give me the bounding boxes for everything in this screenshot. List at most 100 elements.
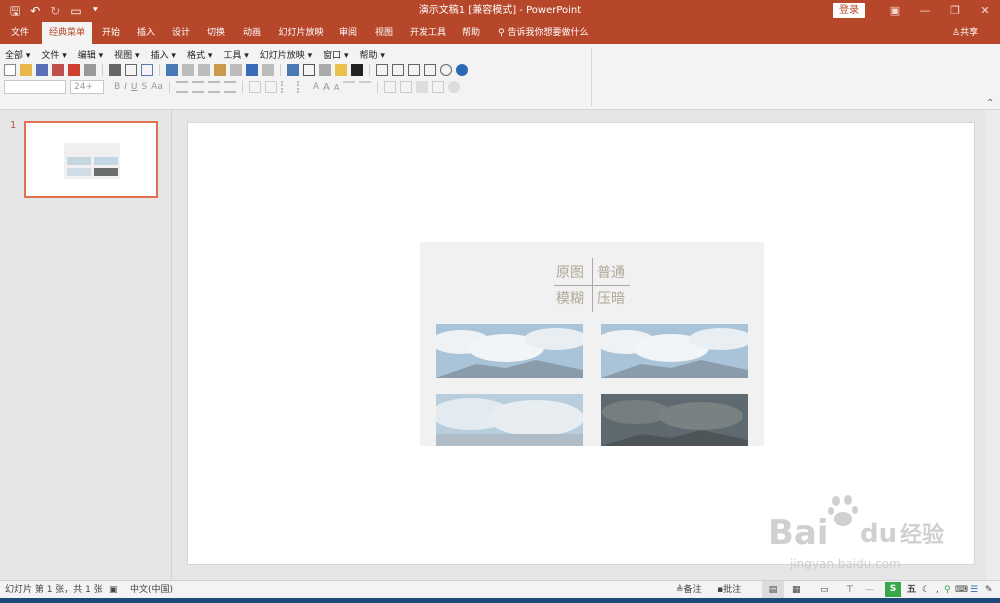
tab-classic-menu[interactable]: 经典菜单 bbox=[42, 22, 92, 44]
vertical-scrollbar[interactable] bbox=[986, 110, 1000, 580]
shapes-icon[interactable] bbox=[424, 64, 436, 76]
tell-me-box[interactable]: ⚲ 告诉我你想要做什么 bbox=[498, 22, 588, 44]
export-icon[interactable] bbox=[68, 64, 80, 76]
line-color-icon[interactable] bbox=[351, 64, 363, 76]
picture-icon[interactable] bbox=[335, 64, 347, 76]
paste-icon[interactable] bbox=[214, 64, 226, 76]
chart-icon[interactable] bbox=[287, 64, 299, 76]
cut-icon[interactable] bbox=[182, 64, 194, 76]
copy-icon[interactable] bbox=[198, 64, 210, 76]
zoom-icon[interactable] bbox=[440, 64, 452, 76]
zoom-slider[interactable]: — bbox=[865, 581, 874, 599]
grow-font-icon[interactable]: A bbox=[323, 82, 330, 93]
tab-design[interactable]: 设计 bbox=[166, 22, 196, 44]
shape-effects-icon[interactable] bbox=[448, 81, 461, 93]
login-button[interactable]: 登录 bbox=[833, 3, 865, 18]
spell-check-icon[interactable]: ▣ bbox=[109, 581, 118, 599]
change-case-icon[interactable]: Aa bbox=[151, 82, 163, 92]
print-preview-icon[interactable] bbox=[125, 64, 137, 76]
redo-icon[interactable] bbox=[262, 64, 274, 76]
underline-icon[interactable]: U bbox=[131, 82, 138, 92]
menu-window[interactable]: 窗口 ▾ bbox=[323, 48, 348, 61]
ime-menu-icon[interactable]: ☰ bbox=[970, 581, 978, 599]
tab-file[interactable]: 文件 bbox=[2, 22, 38, 44]
bullets-icon[interactable] bbox=[280, 81, 293, 93]
photo-normal-2[interactable] bbox=[601, 324, 748, 378]
format-painter-icon[interactable] bbox=[230, 64, 242, 76]
ime-logo-icon[interactable]: S bbox=[885, 582, 901, 597]
smartart-icon[interactable] bbox=[319, 64, 331, 76]
wrench-icon[interactable]: ✎ bbox=[985, 581, 993, 599]
outdent-icon[interactable] bbox=[359, 81, 372, 93]
comments-button[interactable]: ▪批注 bbox=[717, 581, 741, 599]
comparison-card[interactable]: 原图 普通 模糊 压暗 bbox=[420, 242, 764, 446]
photo-normal-1[interactable] bbox=[436, 324, 583, 378]
justify-icon[interactable] bbox=[223, 81, 236, 93]
keyboard-icon[interactable]: ⌨ bbox=[955, 581, 968, 599]
text-direction-icon[interactable] bbox=[248, 81, 261, 93]
minimize-icon[interactable]: — bbox=[910, 2, 940, 20]
new-document-icon[interactable] bbox=[4, 64, 16, 76]
menu-edit[interactable]: 编辑 ▾ bbox=[78, 48, 103, 61]
ime-mode[interactable]: 五 bbox=[907, 581, 916, 599]
slide-thumbnail[interactable] bbox=[24, 121, 158, 198]
font-name-field[interactable] bbox=[4, 80, 66, 94]
menu-view[interactable]: 视图 ▾ bbox=[114, 48, 139, 61]
tab-insert[interactable]: 插入 bbox=[131, 22, 161, 44]
save-as-icon[interactable] bbox=[52, 64, 64, 76]
menu-file[interactable]: 文件 ▾ bbox=[41, 48, 66, 61]
ribbon-display-icon[interactable]: ▣ bbox=[880, 2, 910, 20]
italic-icon[interactable]: I bbox=[124, 82, 127, 92]
shape-outline-icon[interactable] bbox=[432, 81, 445, 93]
slideshow-view-icon[interactable]: ⊤ bbox=[846, 581, 854, 599]
menu-slideshow[interactable]: 幻灯片放映 ▾ bbox=[260, 48, 312, 61]
align-right-icon[interactable] bbox=[207, 81, 220, 93]
permission-icon[interactable] bbox=[84, 64, 96, 76]
undo-icon[interactable] bbox=[246, 64, 258, 76]
menu-help[interactable]: 帮助 ▾ bbox=[360, 48, 385, 61]
moon-icon[interactable]: ☾ bbox=[922, 581, 930, 599]
close-icon[interactable]: ✕ bbox=[970, 2, 1000, 20]
reading-view-icon[interactable]: ▭ bbox=[820, 581, 829, 599]
align-center-icon[interactable] bbox=[191, 81, 204, 93]
quick-styles-icon[interactable] bbox=[400, 81, 413, 93]
wordart-icon[interactable] bbox=[408, 64, 420, 76]
tab-review[interactable]: 审阅 bbox=[333, 22, 363, 44]
help-icon[interactable] bbox=[456, 64, 468, 76]
layout-icon[interactable] bbox=[392, 64, 404, 76]
align-left-icon[interactable] bbox=[175, 81, 188, 93]
shrink-font-icon[interactable]: A bbox=[334, 83, 339, 92]
open-folder-icon[interactable] bbox=[20, 64, 32, 76]
arrange-icon[interactable] bbox=[384, 81, 397, 93]
shadow-icon[interactable]: S bbox=[141, 82, 147, 92]
normal-view-icon[interactable]: ▤ bbox=[762, 581, 784, 599]
table-icon[interactable] bbox=[303, 64, 315, 76]
menu-all[interactable]: 全部 ▾ bbox=[5, 48, 30, 61]
restore-icon[interactable]: ❐ bbox=[940, 2, 970, 20]
save-icon[interactable] bbox=[36, 64, 48, 76]
tab-slideshow[interactable]: 幻灯片放映 bbox=[274, 22, 328, 44]
spelling-icon[interactable] bbox=[166, 64, 178, 76]
tab-home[interactable]: 开始 bbox=[96, 22, 126, 44]
tab-help[interactable]: 帮助 bbox=[456, 22, 486, 44]
textbox-icon[interactable] bbox=[376, 64, 388, 76]
numbering-icon[interactable] bbox=[296, 81, 309, 93]
photo-blurred[interactable] bbox=[436, 394, 583, 446]
indent-icon[interactable] bbox=[343, 81, 356, 93]
mic-icon[interactable]: ⚲ bbox=[944, 581, 951, 599]
page-setup-icon[interactable] bbox=[141, 64, 153, 76]
share-button[interactable]: ♙共享 bbox=[952, 22, 978, 44]
notes-button[interactable]: ≜备注 bbox=[676, 581, 702, 599]
menu-insert[interactable]: 插入 ▾ bbox=[151, 48, 176, 61]
bold-icon[interactable]: B bbox=[114, 82, 120, 92]
tab-view[interactable]: 视图 bbox=[369, 22, 399, 44]
tab-animations[interactable]: 动画 bbox=[237, 22, 267, 44]
columns-icon[interactable] bbox=[264, 81, 277, 93]
menu-tools[interactable]: 工具 ▾ bbox=[223, 48, 248, 61]
menu-format[interactable]: 格式 ▾ bbox=[187, 48, 212, 61]
collapse-ribbon-icon[interactable]: ⌃ bbox=[986, 98, 994, 109]
print-icon[interactable] bbox=[109, 64, 121, 76]
punctuation-icon[interactable]: , bbox=[936, 581, 939, 599]
tab-developer[interactable]: 开发工具 bbox=[405, 22, 451, 44]
font-color-icon[interactable]: A bbox=[313, 82, 319, 92]
